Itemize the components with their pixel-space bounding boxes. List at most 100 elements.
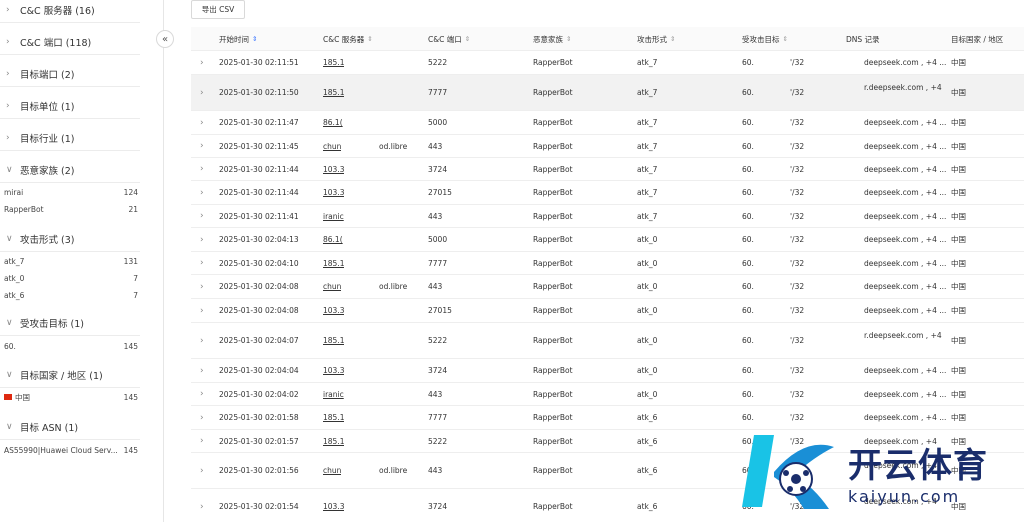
facet-item[interactable]: RapperBot 21 — [4, 203, 138, 215]
sidebar-section-6[interactable]: ∨ 攻击形式 (3) — [0, 229, 74, 249]
cell-time-text: 2025-01-30 02:11:44 — [219, 188, 299, 197]
facet-item[interactable]: 60. 145 — [4, 340, 138, 352]
cell-cc[interactable]: iranic — [323, 383, 344, 405]
facet-item[interactable]: atk_0 7 — [4, 272, 138, 284]
column-header-2[interactable]: C&C 端口 ⇕ — [428, 27, 470, 51]
facet-item[interactable]: AS55990|Huawei Cloud Serv... 145 — [4, 444, 138, 456]
expand-row-icon[interactable]: › — [200, 275, 204, 298]
facet-item[interactable]: 中国 145 — [4, 391, 138, 403]
sort-icon[interactable]: ⇕ — [465, 35, 470, 43]
sidebar-section-3[interactable]: › 目标单位 (1) — [0, 96, 74, 116]
column-header-label: C&C 端口 — [428, 34, 462, 44]
column-header-3[interactable]: 恶意家族 ⇕ — [533, 27, 571, 51]
sidebar-section-4[interactable]: › 目标行业 (1) — [0, 128, 74, 148]
cell-cc[interactable]: 103.3 — [323, 359, 344, 382]
expand-row-icon[interactable]: › — [200, 205, 204, 227]
cell-cc[interactable]: chun — [323, 275, 341, 298]
expand-row-icon[interactable]: › — [200, 51, 204, 74]
cell-cc[interactable]: 86.1( — [323, 111, 343, 134]
sidebar-section-0[interactable]: › C&C 服务器 (16) — [0, 0, 95, 20]
cell-port: 5000 — [428, 111, 447, 134]
table-row[interactable]: › 2025-01-30 02:11:44 103.3 3724 RapperBot at… — [191, 158, 1024, 181]
expand-row-icon[interactable]: › — [200, 383, 204, 405]
table-row[interactable]: › 2025-01-30 02:04:04 103.3 3724 RapperBot at… — [191, 359, 1024, 383]
expand-row-icon[interactable]: › — [200, 228, 204, 251]
column-header-5[interactable]: 受攻击目标 ⇕ — [742, 27, 788, 51]
cell-cc[interactable]: 103.3 — [323, 158, 344, 180]
table-row[interactable]: › 2025-01-30 02:11:44 103.3 27015 RapperBot a… — [191, 181, 1024, 205]
facet-item[interactable]: atk_6 7 — [4, 289, 138, 301]
cell-cc[interactable]: 185.1 — [323, 252, 344, 274]
expand-row-icon[interactable]: › — [200, 323, 204, 358]
sidebar-section-8[interactable]: ∨ 目标国家 / 地区 (1) — [0, 365, 103, 385]
table-row[interactable]: › 2025-01-30 02:11:47 86.1(5000 RapperBot at… — [191, 111, 1024, 135]
cell-time: 2025-01-30 02:01:58 — [219, 406, 299, 429]
sort-icon[interactable]: ⇕ — [566, 35, 571, 43]
cell-cc[interactable]: 103.3 — [323, 299, 344, 322]
expand-row-icon[interactable]: › — [200, 158, 204, 180]
cell-atk: atk_6 — [637, 430, 657, 452]
table-row[interactable]: › 2025-01-30 02:11:45 chun 443 RapperBot atk_… — [191, 135, 1024, 158]
table-row[interactable]: › 2025-01-30 02:04:08 chun 443 RapperBot atk_… — [191, 275, 1024, 299]
expand-row-icon[interactable]: › — [200, 299, 204, 322]
sidebar-section-title: 恶意家族 (2) — [20, 166, 75, 177]
cell-cc-suffix: od.libre — [379, 466, 408, 475]
facet-label-text: mirai — [4, 187, 24, 197]
cell-cc[interactable]: 185.1 — [323, 323, 344, 358]
expand-row-icon[interactable]: › — [200, 181, 204, 204]
cell-dns-text: deepseek.com , +4 ... — [864, 413, 947, 422]
cell-cc[interactable]: iranic — [323, 205, 344, 227]
cell-family: RapperBot — [533, 323, 573, 358]
cell-country: 中国 — [951, 275, 966, 298]
cell-cc[interactable]: 185.1 — [323, 430, 344, 452]
sidebar-section-1[interactable]: › C&C 端口 (118) — [0, 32, 91, 52]
sort-icon[interactable]: ⇕ — [252, 35, 257, 43]
cell-cc[interactable]: 86.1( — [323, 228, 343, 251]
sidebar-section-9[interactable]: ∨ 目标 ASN (1) — [0, 417, 78, 437]
sort-icon[interactable]: ⇕ — [367, 35, 372, 43]
column-header-7[interactable]: 目标国家 / 地区 — [951, 27, 1003, 51]
collapse-sidebar-button[interactable]: « — [156, 30, 174, 48]
cell-cc[interactable]: 103.3 — [323, 489, 344, 522]
expand-row-icon[interactable]: › — [200, 135, 204, 157]
expand-row-icon[interactable]: › — [200, 453, 204, 488]
sidebar-section-2[interactable]: › 目标端口 (2) — [0, 64, 74, 84]
expand-row-icon[interactable]: › — [200, 75, 204, 110]
table-row[interactable]: › 2025-01-30 02:04:13 86.1(5000 RapperBot at… — [191, 228, 1024, 252]
table-row[interactable]: › 2025-01-30 02:04:07 185.1 5222 RapperBot at… — [191, 323, 1024, 359]
column-header-1[interactable]: C&C 服务器 ⇕ — [323, 27, 373, 51]
expand-row-icon[interactable]: › — [200, 406, 204, 429]
table-row[interactable]: › 2025-01-30 02:11:51 185.1 5222 RapperBot at… — [191, 51, 1024, 75]
expand-row-icon[interactable]: › — [200, 489, 204, 522]
facet-item[interactable]: atk_7 131 — [4, 255, 138, 267]
cell-cc[interactable]: 185.1 — [323, 406, 344, 429]
export-csv-button[interactable]: 导出 CSV — [191, 0, 245, 19]
sidebar-section-5[interactable]: ∨ 恶意家族 (2) — [0, 160, 74, 180]
table-row[interactable]: › 2025-01-30 02:11:41 iranic 443 RapperBot at… — [191, 205, 1024, 228]
expand-row-icon[interactable]: › — [200, 111, 204, 134]
cell-family-text: RapperBot — [533, 58, 573, 67]
table-row[interactable]: › 2025-01-30 02:04:02 iranic 443 RapperBot at… — [191, 383, 1024, 406]
facet-label: atk_7 — [4, 257, 24, 266]
cell-cc[interactable]: chun — [323, 453, 341, 488]
column-header-0[interactable]: 开始时间 ⇕ — [219, 27, 257, 51]
cell-port: 3724 — [428, 158, 447, 180]
column-header-4[interactable]: 攻击形式 ⇕ — [637, 27, 675, 51]
facet-item[interactable]: mirai 124 — [4, 186, 138, 198]
cell-cc[interactable]: 103.3 — [323, 181, 344, 204]
table-row[interactable]: › 2025-01-30 02:04:10 185.1 7777 RapperBot at… — [191, 252, 1024, 275]
table-row[interactable]: › 2025-01-30 02:11:50 185.1 7777 RapperBot at… — [191, 75, 1024, 111]
cell-cc[interactable]: 185.1 — [323, 75, 344, 110]
expand-row-icon[interactable]: › — [200, 430, 204, 452]
table-row[interactable]: › 2025-01-30 02:04:08 103.3 27015 RapperBot a… — [191, 299, 1024, 323]
expand-row-icon[interactable]: › — [200, 252, 204, 274]
sidebar-section-title: 目标 ASN (1) — [20, 423, 79, 434]
cell-cc[interactable]: chun — [323, 135, 341, 157]
cell-dns: deepseek.com , +4 ... — [864, 252, 946, 274]
cell-cc[interactable]: 185.1 — [323, 51, 344, 74]
column-header-6[interactable]: DNS 记录 — [846, 27, 880, 51]
sort-icon[interactable]: ⇕ — [670, 35, 675, 43]
expand-row-icon[interactable]: › — [200, 359, 204, 382]
sort-icon[interactable]: ⇕ — [783, 35, 788, 43]
sidebar-section-7[interactable]: ∨ 受攻击目标 (1) — [0, 313, 84, 333]
